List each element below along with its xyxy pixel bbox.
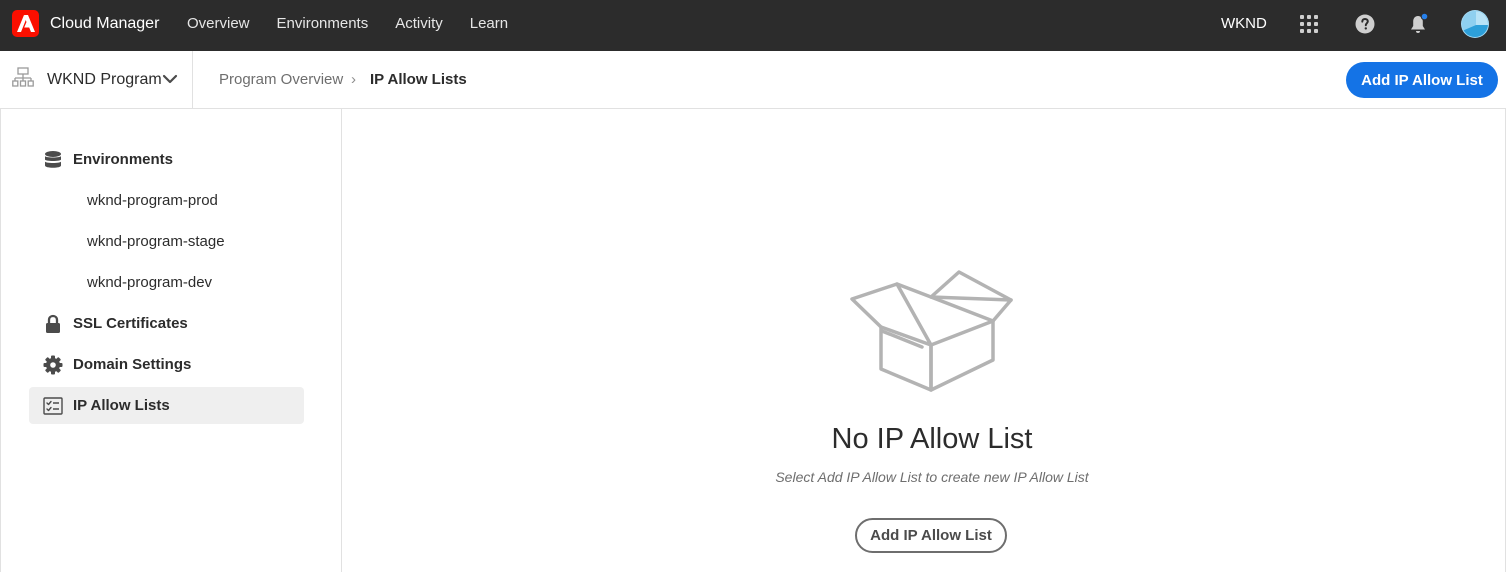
top-nav-overview[interactable]: Overview: [187, 15, 250, 32]
top-nav-environments[interactable]: Environments: [277, 15, 369, 32]
adobe-logo-icon[interactable]: [12, 10, 39, 37]
org-switcher[interactable]: WKND: [1221, 15, 1267, 32]
top-bar: Cloud Manager Overview Environments Acti…: [0, 0, 1506, 51]
breadcrumb-current: IP Allow Lists: [370, 71, 467, 88]
add-ip-allow-list-button[interactable]: Add IP Allow List: [1346, 62, 1498, 98]
top-nav-learn[interactable]: Learn: [470, 15, 508, 32]
sidebar-env-dev[interactable]: wknd-program-dev: [87, 274, 212, 291]
top-nav-activity[interactable]: Activity: [395, 15, 443, 32]
sidebar-env-prod[interactable]: wknd-program-prod: [87, 192, 218, 209]
sidebar-item-label: Environments: [73, 151, 174, 168]
empty-state-title: No IP Allow List: [831, 423, 1033, 455]
add-ip-allow-list-empty-button[interactable]: Add IP Allow List: [855, 518, 1007, 553]
user-avatar[interactable]: [1461, 10, 1489, 38]
sidebar-item-ssl-certificates[interactable]: SSL Certificates: [29, 305, 304, 342]
lock-icon: [42, 313, 64, 335]
checklist-icon: [42, 395, 64, 417]
sidebar-item-environments[interactable]: Environments: [29, 141, 304, 178]
breadcrumb-chevron-icon: ›: [351, 71, 356, 88]
gear-icon: [42, 354, 64, 376]
open-box-icon: [847, 269, 1017, 399]
sidebar-item-label: Domain Settings: [73, 356, 192, 373]
top-nav: Overview Environments Activity Learn: [187, 15, 535, 32]
program-switcher[interactable]: WKND Program: [0, 51, 193, 108]
program-header: WKND Program Program Overview › IP Allow…: [0, 51, 1506, 109]
notification-bell-icon[interactable]: [1408, 13, 1430, 35]
sidebar-item-ip-allow-lists[interactable]: IP Allow Lists: [29, 387, 304, 424]
main-content: No IP Allow List Select Add IP Allow Lis…: [342, 109, 1506, 572]
sidebar-item-domain-settings[interactable]: Domain Settings: [29, 346, 304, 383]
chevron-down-icon: [162, 73, 178, 91]
apps-grid-icon[interactable]: [1298, 13, 1320, 35]
sidebar: Environments wknd-program-prod wknd-prog…: [0, 109, 342, 572]
sidebar-item-label: IP Allow Lists: [73, 397, 170, 414]
empty-state-subtitle: Select Add IP Allow List to create new I…: [775, 469, 1089, 485]
help-icon[interactable]: [1354, 13, 1376, 35]
program-name: WKND Program: [47, 71, 162, 88]
sidebar-item-label: SSL Certificates: [73, 315, 188, 332]
breadcrumb-program-overview[interactable]: Program Overview: [219, 71, 343, 88]
database-icon: [42, 149, 64, 171]
app-name[interactable]: Cloud Manager: [50, 15, 159, 33]
program-hierarchy-icon: [12, 67, 34, 94]
sidebar-env-stage[interactable]: wknd-program-stage: [87, 233, 225, 250]
